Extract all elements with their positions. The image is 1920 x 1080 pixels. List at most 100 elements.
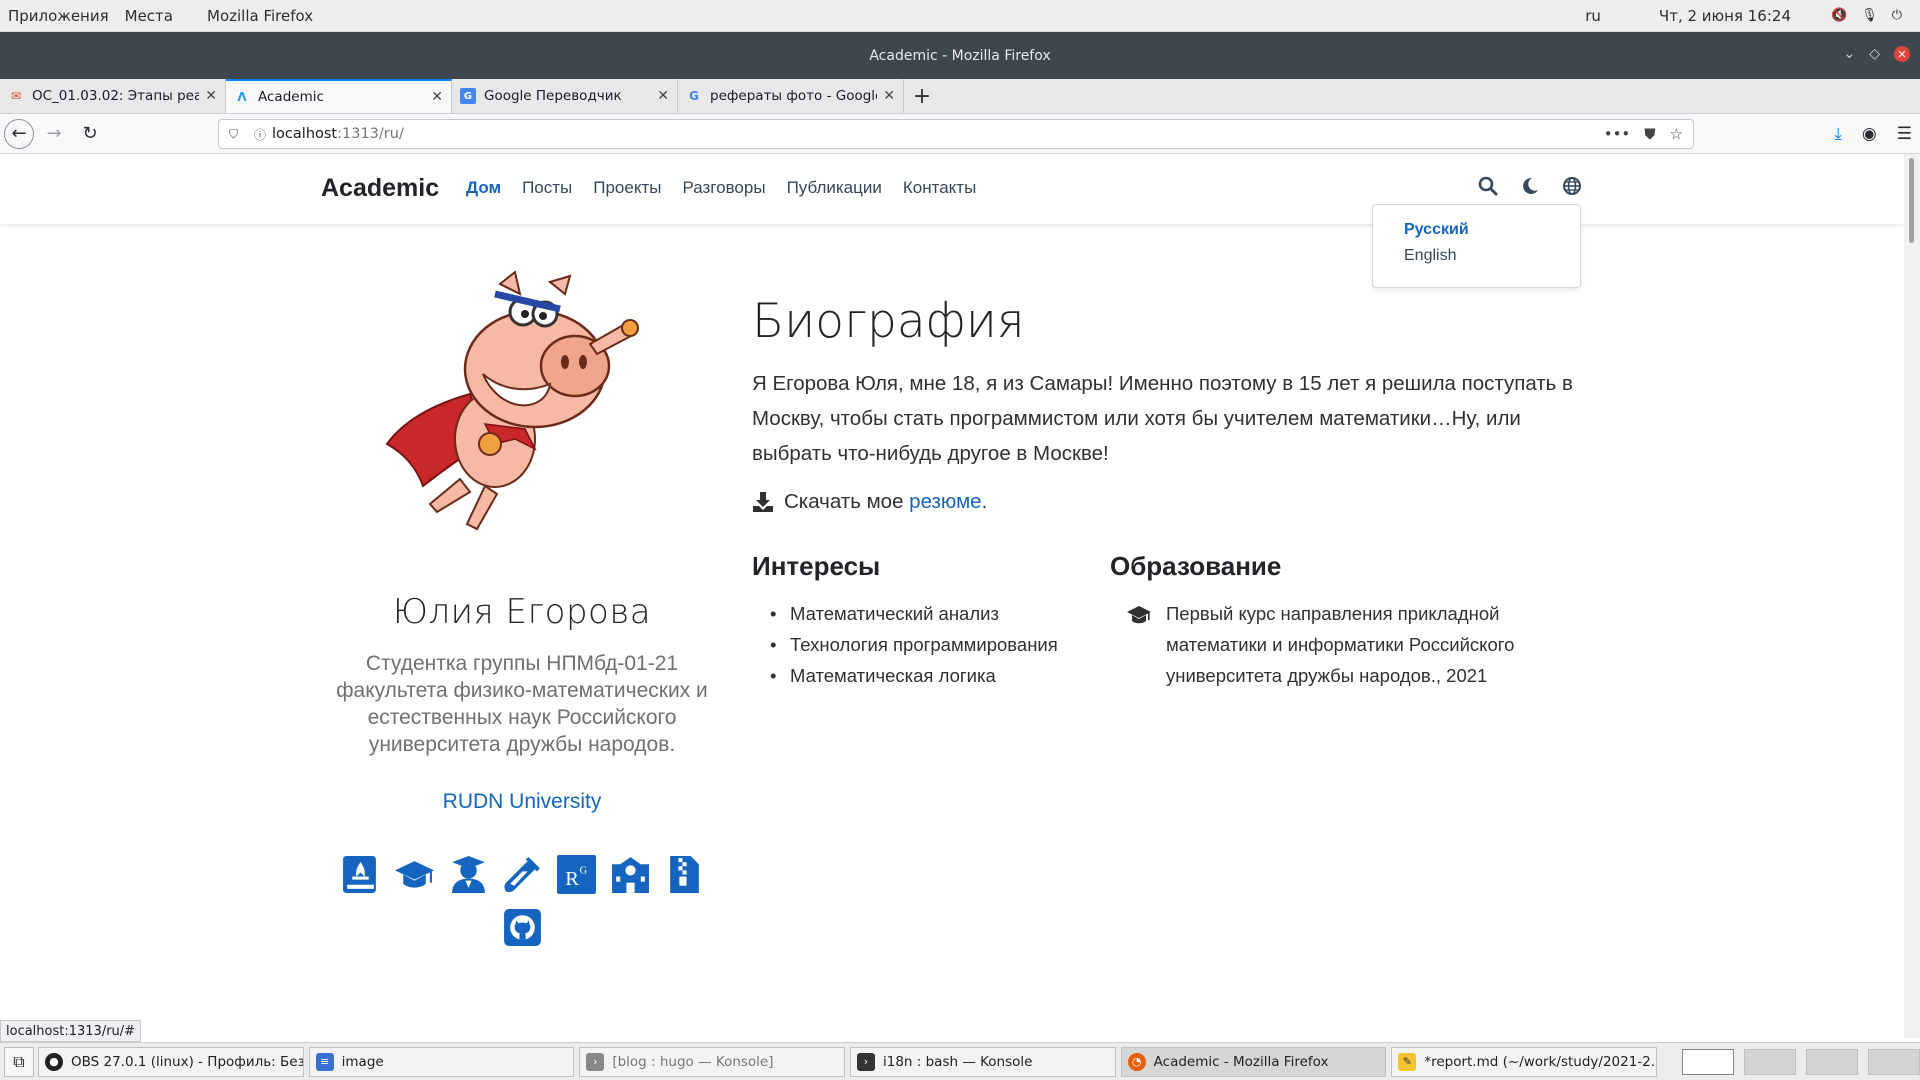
browser-tab[interactable]: G рефераты фото - Google Поиск ✕ — [678, 79, 904, 113]
url-bar[interactable]: ⛉ ⓘ localhost:1313/ru/ ••• ⛊ ☆ — [218, 119, 1694, 149]
new-tab-button[interactable]: + — [904, 79, 940, 113]
nav-talks[interactable]: Разговоры — [682, 178, 765, 198]
test-tube-icon[interactable] — [502, 854, 543, 895]
svg-text:R: R — [565, 868, 579, 890]
interests-list: Математический анализ Технология програм… — [772, 598, 1058, 691]
workspace-1[interactable] — [1682, 1048, 1734, 1075]
keyboard-layout-indicator[interactable]: ru — [1585, 7, 1601, 25]
close-tab-icon[interactable]: ✕ — [883, 88, 895, 104]
biography-text: Я Егорова Юля, мне 18, я из Самары! Имен… — [752, 372, 1573, 465]
researchgate-icon[interactable]: RG — [556, 854, 597, 895]
close-window-icon[interactable]: ✕ — [1894, 46, 1910, 62]
github-icon[interactable] — [502, 907, 543, 948]
education-title: Образование — [1110, 551, 1282, 581]
workspace-2[interactable] — [1744, 1048, 1796, 1075]
language-dropdown: Русский English — [1372, 204, 1581, 288]
education-text: Первый курс направления прикладной матем… — [1166, 603, 1515, 686]
school-icon[interactable] — [610, 854, 651, 895]
site-header: Academic Дом Посты Проекты Разговоры Пуб… — [0, 154, 1904, 224]
google-translate-icon: G — [460, 88, 476, 104]
profile-name: Юлия Егорова — [392, 592, 652, 632]
taskbar-item[interactable]: ● OBS 27.0.1 (linux) - Профиль: Без... — [37, 1046, 304, 1077]
taskbar-item-active[interactable]: ◔ Academic - Mozilla Firefox — [1120, 1046, 1387, 1077]
browser-tab[interactable]: ✉ ОС_01.03.02: Этапы реализации ✕ — [0, 79, 226, 113]
interest-item: Технология программирования — [772, 629, 1058, 660]
search-icon[interactable] — [1478, 176, 1498, 201]
microphone-icon[interactable]: 🎙 — [1861, 8, 1878, 23]
terminal-icon: › — [856, 1052, 875, 1071]
close-tab-icon[interactable]: ✕ — [657, 88, 669, 104]
download-cv-line: Скачать мое резюме. — [752, 490, 987, 514]
back-button[interactable]: ← — [4, 118, 34, 149]
window-titlebar[interactable]: Academic - Mozilla Firefox ⌄ ◇ ✕ — [0, 32, 1920, 79]
hamburger-menu-icon[interactable]: ☰ — [1897, 124, 1912, 144]
places-menu[interactable]: Места — [117, 7, 181, 25]
nav-posts[interactable]: Посты — [522, 178, 572, 198]
account-icon[interactable]: ◉ — [1862, 124, 1877, 144]
web-page: Academic Дом Посты Проекты Разговоры Пуб… — [0, 154, 1904, 1038]
nav-home[interactable]: Дом — [466, 178, 501, 198]
browser-tab[interactable]: G Google Переводчик ✕ — [452, 79, 678, 113]
nav-publications[interactable]: Публикации — [787, 178, 882, 198]
taskbar-item-label: OBS 27.0.1 (linux) - Профиль: Без... — [70, 1053, 304, 1070]
book-icon[interactable] — [340, 854, 381, 895]
taskbar-item[interactable]: › [blog : hugo — Konsole] — [579, 1046, 845, 1077]
page-actions-icon[interactable]: ••• — [1604, 125, 1631, 143]
academic-icon: Λ — [237, 90, 247, 104]
download-icon — [753, 492, 773, 512]
language-option-english[interactable]: English — [1373, 243, 1580, 269]
taskbar: ⧉ ● OBS 27.0.1 (linux) - Профиль: Без...… — [0, 1042, 1920, 1080]
minimize-icon[interactable]: ⌄ — [1843, 46, 1855, 62]
system-tray[interactable]: 🔇 🎙 ⏻ — [1831, 8, 1902, 23]
document-icon: ≡ — [315, 1052, 334, 1071]
reload-button[interactable]: ↻ — [74, 118, 106, 150]
site-brand[interactable]: Academic — [321, 174, 439, 203]
tab-label: Google Переводчик — [484, 88, 622, 104]
graduation-cap-icon[interactable] — [394, 854, 435, 895]
maximize-icon[interactable]: ◇ — [1869, 46, 1880, 62]
tab-label: Academic — [258, 89, 324, 105]
link-status-popup: localhost:1313/ru/# — [0, 1020, 142, 1042]
taskbar-item-label: Academic - Mozilla Firefox — [1153, 1053, 1329, 1070]
info-icon[interactable]: ⓘ — [254, 126, 266, 143]
cv-suffix: . — [981, 490, 988, 513]
user-graduate-icon[interactable] — [448, 854, 489, 895]
active-app-menu[interactable]: Mozilla Firefox — [199, 7, 321, 25]
file-zipper-icon[interactable] — [664, 854, 705, 895]
workspace-switcher — [1682, 1048, 1920, 1075]
page-scrollbar[interactable] — [1904, 154, 1920, 1038]
nav-contacts[interactable]: Контакты — [903, 178, 976, 198]
cv-link[interactable]: резюме — [909, 490, 981, 514]
avatar — [375, 254, 675, 554]
applications-menu[interactable]: Приложения — [0, 7, 117, 25]
moodle-icon: ✉ — [10, 89, 22, 103]
profile-organization-link[interactable]: RUDN University — [322, 790, 722, 814]
bookmark-star-icon[interactable]: ☆ — [1670, 125, 1683, 143]
scrollbar-thumb[interactable] — [1909, 158, 1914, 243]
taskbar-item[interactable]: ≡ image — [308, 1046, 575, 1077]
nav-projects[interactable]: Проекты — [593, 178, 661, 198]
cv-prefix: Скачать мое — [784, 490, 910, 513]
shield-icon[interactable]: ⛉ — [229, 127, 238, 142]
tab-strip: ✉ ОС_01.03.02: Этапы реализации ✕ Λ Acad… — [0, 79, 1920, 114]
window-controls: ⌄ ◇ ✕ — [1843, 46, 1910, 62]
clock[interactable]: Чт, 2 июня 16:24 — [1659, 7, 1791, 25]
workspace-4[interactable] — [1868, 1048, 1920, 1075]
dark-mode-moon-icon[interactable] — [1520, 176, 1540, 201]
workspace-3[interactable] — [1806, 1048, 1858, 1075]
power-icon[interactable]: ⏻ — [1892, 8, 1902, 23]
language-globe-icon[interactable] — [1562, 176, 1582, 201]
speaker-muted-icon[interactable]: 🔇 — [1831, 8, 1847, 23]
taskbar-item[interactable]: ✎ *report.md (~/work/study/2021-2... — [1391, 1046, 1657, 1077]
system-top-bar: Приложения Места Mozilla Firefox ru Чт, … — [0, 0, 1920, 32]
close-tab-icon[interactable]: ✕ — [431, 89, 443, 105]
main-nav: Дом Посты Проекты Разговоры Публикации К… — [466, 178, 997, 198]
language-option-russian[interactable]: Русский — [1373, 217, 1580, 243]
downloads-icon[interactable]: ⤓ — [1834, 124, 1842, 144]
forward-button[interactable]: → — [38, 118, 70, 150]
show-desktop-icon[interactable]: ⧉ — [4, 1046, 34, 1077]
close-tab-icon[interactable]: ✕ — [205, 88, 217, 104]
taskbar-item[interactable]: › i18n : bash — Konsole — [849, 1046, 1116, 1077]
pocket-icon[interactable]: ⛊ — [1644, 125, 1655, 143]
browser-tab-active[interactable]: Λ Academic ✕ — [226, 79, 452, 113]
